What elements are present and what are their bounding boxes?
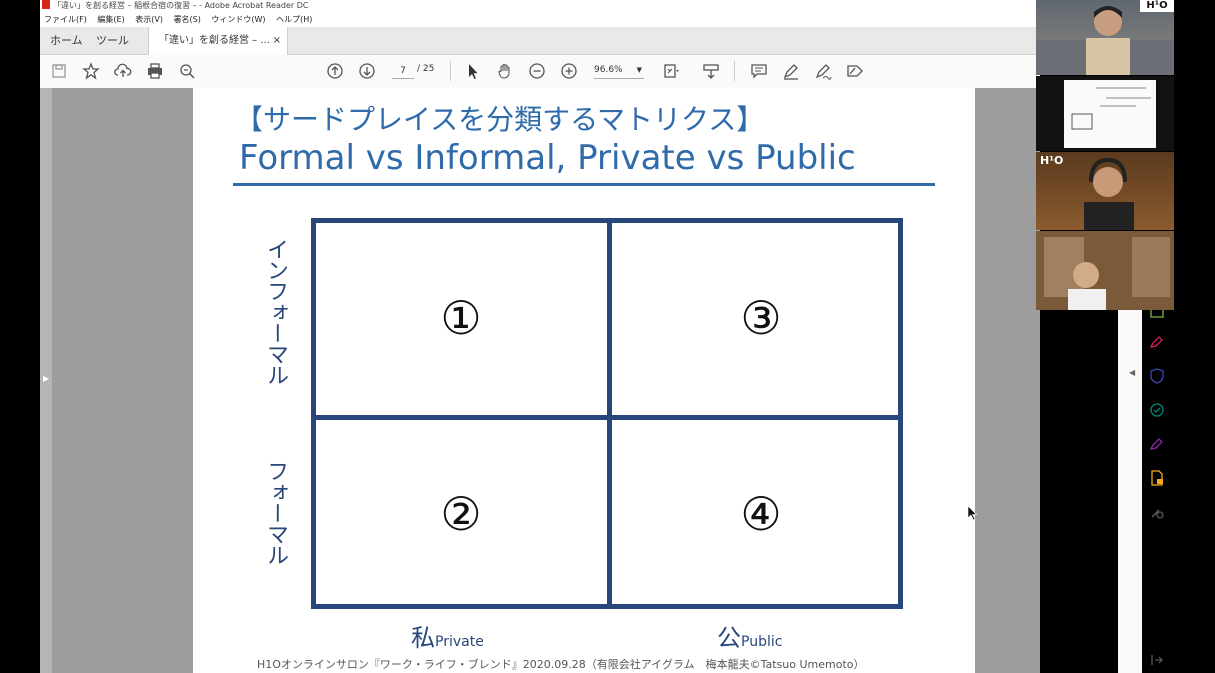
matrix-vertical-divider — [607, 223, 612, 604]
save-icon[interactable] — [48, 60, 70, 82]
toolbar: / 25 96.6% ▼ — [40, 55, 1040, 89]
comment-icon[interactable] — [748, 60, 770, 82]
more-tools-icon[interactable] — [1147, 502, 1167, 522]
request-signature-icon[interactable] — [1147, 434, 1167, 454]
toolbar-divider — [450, 61, 451, 81]
participant-portrait — [1036, 231, 1174, 310]
axis-label-private: 私Private — [411, 618, 484, 653]
title-bar: 「違い」を創る経営 – 稲根合宿の復習 – - Adobe Acrobat Re… — [40, 0, 1040, 12]
toolbar-divider — [734, 61, 735, 81]
menu-help[interactable]: ヘルプ(H) — [276, 15, 312, 24]
hand-tool-icon[interactable] — [494, 60, 516, 82]
zoom-in-icon[interactable] — [558, 60, 580, 82]
previous-page-icon[interactable] — [324, 60, 346, 82]
quadrant-1-label: ① — [440, 291, 482, 345]
zoom-level-value: 96.6% — [594, 65, 623, 75]
chevron-right-icon: ▶ — [43, 374, 50, 383]
axis-label-private-english: Private — [435, 634, 484, 650]
fill-sign-icon[interactable] — [812, 60, 834, 82]
redact-tag-icon[interactable] — [844, 60, 866, 82]
menu-window[interactable]: ウィンドウ(W) — [211, 15, 265, 24]
quadrant-2-label: ② — [440, 487, 482, 541]
page-total: / 25 — [417, 64, 435, 74]
axis-label-informal: インフォーマル — [263, 238, 288, 385]
tab-home[interactable]: ホーム — [40, 27, 93, 54]
acrobat-logo-icon — [42, 0, 50, 9]
highlight-pen-icon[interactable] — [780, 60, 802, 82]
axis-label-public-english: Public — [741, 634, 783, 650]
video-participants-strip: H¹O — [1036, 0, 1174, 310]
zoom-search-icon[interactable] — [176, 60, 198, 82]
participant-video-4[interactable] — [1036, 231, 1174, 310]
tab-bar: ホーム ツール 「違い」を創る経営 – ... × — [40, 27, 1040, 55]
mouse-pointer-icon — [967, 505, 978, 521]
participant-video-3[interactable]: H¹O — [1036, 152, 1174, 230]
menu-edit[interactable]: 編集(E) — [97, 15, 124, 24]
document-viewport[interactable]: ▶ 【サードプレイスを分類するマトリクス】 Formal vs Informal… — [40, 88, 1040, 673]
classification-matrix: ① ③ ② ④ — [311, 218, 903, 609]
tab-document-label: 「違い」を創る経営 – ... — [159, 35, 270, 46]
send-for-review-icon[interactable] — [1147, 400, 1167, 420]
page-number-input[interactable] — [392, 63, 414, 79]
menu-bar: ファイル(F) 編集(E) 表示(V) 署名(S) ウィンドウ(W) ヘルプ(H… — [40, 12, 1040, 27]
upload-cloud-icon[interactable] — [112, 60, 134, 82]
quadrant-3-label: ③ — [740, 291, 782, 345]
next-page-icon[interactable] — [356, 60, 378, 82]
axis-label-public-kanji: 公 — [717, 624, 741, 652]
bookmark-star-icon[interactable] — [80, 60, 102, 82]
participant-video-2[interactable] — [1036, 76, 1174, 151]
pdf-page: 【サードプレイスを分類するマトリクス】 Formal vs Informal, … — [193, 88, 975, 673]
h1o-brand-badge: H¹O — [1140, 0, 1174, 12]
chevron-left-icon[interactable]: ◀ — [1129, 368, 1135, 377]
left-panel-toggle[interactable]: ▶ — [40, 88, 52, 673]
menu-sign[interactable]: 署名(S) — [174, 15, 201, 24]
scroll-mode-icon[interactable] — [700, 60, 722, 82]
tab-document[interactable]: 「違い」を創る経営 – ... × — [148, 27, 288, 55]
right-tools-panel — [1118, 300, 1142, 673]
panel-expand-icon[interactable] — [1147, 650, 1167, 670]
acrobat-window: 「違い」を創る経営 – 稲根合宿の復習 – - Adobe Acrobat Re… — [40, 0, 1040, 673]
shared-whiteboard-thumbnail — [1064, 80, 1156, 148]
print-icon[interactable] — [144, 60, 166, 82]
tab-tools[interactable]: ツール — [86, 27, 139, 54]
window-title: 「違い」を創る経営 – 稲根合宿の復習 – - Adobe Acrobat Re… — [53, 1, 309, 10]
axis-label-formal: フォーマル — [263, 460, 288, 565]
protect-shield-icon[interactable] — [1147, 366, 1167, 386]
close-tab-icon[interactable]: × — [273, 27, 281, 54]
export-pdf-icon[interactable] — [1147, 468, 1167, 488]
slide-heading-japanese: 【サードプレイスを分類するマトリクス】 — [235, 103, 765, 136]
chevron-down-icon: ▼ — [636, 66, 642, 74]
quadrant-4-label: ④ — [740, 487, 782, 541]
menu-view[interactable]: 表示(V) — [135, 15, 163, 24]
heading-underline — [233, 183, 935, 186]
page-display-icon[interactable] — [660, 60, 682, 82]
fill-and-sign-icon[interactable] — [1147, 332, 1167, 352]
select-cursor-icon[interactable] — [462, 60, 484, 82]
zoom-level-select[interactable]: 96.6% ▼ — [594, 63, 644, 79]
axis-label-private-kanji: 私 — [411, 624, 435, 652]
slide-heading-english: Formal vs Informal, Private vs Public — [239, 138, 856, 178]
slide-footer-credit: H1Oオンラインサロン『ワーク・ライフ・ブレンド』2020.09.28（有限会社… — [257, 658, 865, 671]
axis-label-public: 公Public — [717, 618, 782, 653]
matrix-horizontal-divider — [316, 415, 898, 420]
zoom-out-icon[interactable] — [526, 60, 548, 82]
video-overlay-logo: H¹O — [1040, 154, 1064, 167]
menu-file[interactable]: ファイル(F) — [44, 15, 87, 24]
